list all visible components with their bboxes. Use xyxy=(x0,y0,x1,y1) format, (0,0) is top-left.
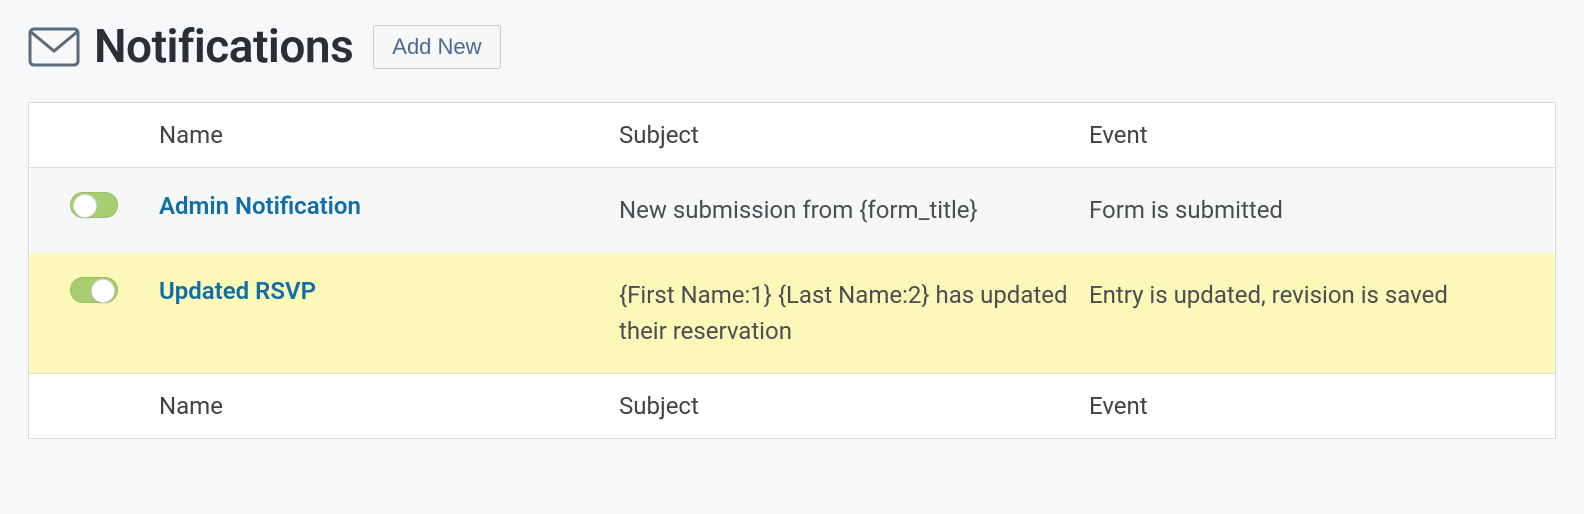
column-footer-name: Name xyxy=(159,392,619,420)
toggle-switch[interactable] xyxy=(70,192,118,218)
table-footer: Name Subject Event xyxy=(29,373,1555,438)
column-header-subject[interactable]: Subject xyxy=(619,121,1089,149)
page-title-text: Notifications xyxy=(94,20,353,74)
notification-name-link[interactable]: Updated RSVP xyxy=(159,277,316,305)
column-footer-event: Event xyxy=(1089,392,1555,420)
page-header: Notifications Add New xyxy=(28,20,1556,74)
notification-name-link[interactable]: Admin Notification xyxy=(159,192,361,220)
notification-event: Entry is updated, revision is saved xyxy=(1089,277,1555,313)
notification-subject: New submission from {form_title} xyxy=(619,192,1089,228)
table-header: Name Subject Event xyxy=(29,103,1555,168)
column-header-name[interactable]: Name xyxy=(159,121,619,149)
table-row: Updated RSVP {First Name:1} {Last Name:2… xyxy=(29,253,1555,373)
notification-subject: {First Name:1} {Last Name:2} has updated… xyxy=(619,277,1089,349)
toggle-switch[interactable] xyxy=(70,277,118,303)
envelope-icon xyxy=(28,27,80,67)
page-title: Notifications xyxy=(28,20,353,74)
notification-event: Form is submitted xyxy=(1089,192,1555,228)
column-footer-subject: Subject xyxy=(619,392,1089,420)
table-row: Admin Notification New submission from {… xyxy=(29,168,1555,253)
notifications-table: Name Subject Event Admin Notification Ne… xyxy=(28,102,1556,439)
add-new-button[interactable]: Add New xyxy=(373,25,500,69)
column-header-event[interactable]: Event xyxy=(1089,121,1555,149)
